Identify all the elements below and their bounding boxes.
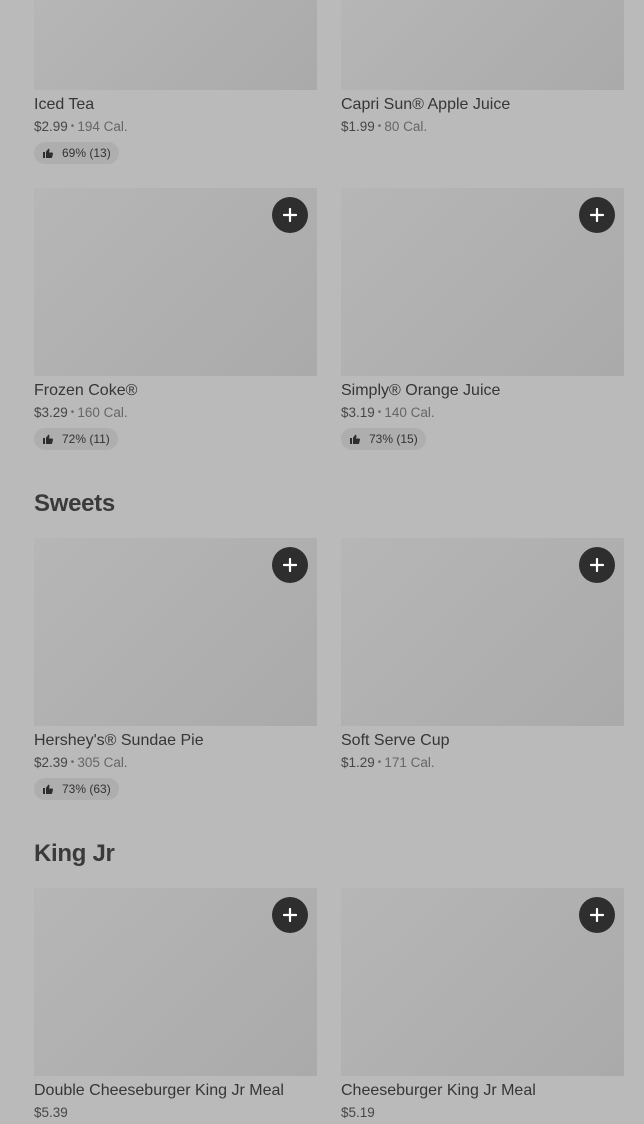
item-image — [34, 0, 317, 90]
add-item-button[interactable] — [579, 197, 615, 233]
item-image — [341, 0, 624, 90]
section-title-king-jr: King Jr — [34, 840, 115, 867]
item-calories: 194 Cal. — [77, 119, 128, 134]
thumbs-up-icon — [43, 148, 53, 158]
rating-badge: 73% (15) — [341, 428, 426, 450]
item-meta: $3.19 • 140 Cal. — [341, 405, 435, 420]
plus-icon — [590, 908, 604, 922]
item-price: $2.99 — [34, 119, 68, 134]
menu-item-card[interactable]: Simply® Orange Juice $3.19 • 140 Cal. 73% … — [341, 188, 624, 450]
rating-text: 73% (15) — [369, 432, 418, 446]
rating-text: 69% (13) — [62, 146, 111, 160]
plus-icon — [283, 208, 297, 222]
item-name: Double Cheeseburger King Jr Meal — [34, 1082, 284, 1099]
add-item-button[interactable] — [579, 547, 615, 583]
item-meta: $1.29 • 171 Cal. — [341, 755, 435, 770]
item-calories: 171 Cal. — [384, 755, 435, 770]
item-image — [34, 188, 317, 376]
plus-icon — [283, 558, 297, 572]
item-meta: $2.39 • 305 Cal. — [34, 755, 128, 770]
add-item-button[interactable] — [272, 547, 308, 583]
rating-badge: 69% (13) — [34, 142, 119, 164]
rating-badge: 73% (63) — [34, 778, 119, 800]
thumbs-up-icon — [43, 784, 53, 794]
menu-item-card[interactable]: Soft Serve Cup $1.29 • 171 Cal. — [341, 538, 624, 772]
section-title-sweets: Sweets — [34, 490, 115, 517]
item-meta: $5.39 — [34, 1104, 317, 1122]
item-price: $3.29 — [34, 405, 68, 420]
thumbs-up-icon — [43, 434, 53, 444]
item-name: Soft Serve Cup — [341, 732, 450, 749]
rating-text: 72% (11) — [62, 432, 110, 446]
add-item-button[interactable] — [272, 197, 308, 233]
menu-item-card[interactable]: Double Cheeseburger King Jr Meal $5.39 — [34, 888, 317, 1122]
add-item-button[interactable] — [579, 897, 615, 933]
item-name: Hershey's® Sundae Pie — [34, 732, 204, 749]
rating-text: 73% (63) — [62, 782, 111, 796]
item-calories: 160 Cal. — [77, 405, 128, 420]
item-name: Iced Tea — [34, 96, 95, 113]
item-price: $1.29 — [341, 755, 375, 770]
item-image — [34, 888, 317, 1076]
item-name: Cheeseburger King Jr Meal — [341, 1082, 536, 1099]
menu-item-card[interactable]: Capri Sun® Apple Juice $1.99 • 80 Cal. — [341, 0, 624, 136]
item-price: $5.39 — [34, 1105, 68, 1120]
menu-item-card[interactable]: Frozen Coke® $3.29 • 160 Cal. 72% (11) — [34, 188, 317, 450]
thumbs-up-icon — [350, 434, 360, 444]
item-image — [341, 188, 624, 376]
item-price: $1.99 — [341, 119, 375, 134]
item-image — [341, 888, 624, 1076]
add-item-button[interactable] — [272, 897, 308, 933]
rating-badge: 72% (11) — [34, 428, 118, 450]
plus-icon — [283, 908, 297, 922]
item-meta: $3.29 • 160 Cal. — [34, 405, 128, 420]
item-meta: $5.19 — [341, 1104, 624, 1122]
plus-icon — [590, 208, 604, 222]
item-meta: $1.99 • 80 Cal. — [341, 119, 428, 134]
plus-icon — [590, 558, 604, 572]
menu-item-card[interactable]: Cheeseburger King Jr Meal $5.19 — [341, 888, 624, 1122]
item-image — [341, 538, 624, 726]
item-price: $5.19 — [341, 1105, 375, 1120]
menu-item-card[interactable]: Hershey's® Sundae Pie $2.39 • 305 Cal. 73%… — [34, 538, 317, 800]
item-price: $3.19 — [341, 405, 375, 420]
item-name: Capri Sun® Apple Juice — [341, 96, 511, 113]
item-calories: 305 Cal. — [77, 755, 128, 770]
item-image — [34, 538, 317, 726]
item-meta: $2.99 • 194 Cal. — [34, 119, 128, 134]
item-calories: 80 Cal. — [384, 119, 428, 134]
item-price: $2.39 — [34, 755, 68, 770]
item-name: Frozen Coke® — [34, 382, 138, 399]
item-calories: 140 Cal. — [384, 405, 435, 420]
item-name: Simply® Orange Juice — [341, 382, 501, 399]
menu-item-card[interactable]: Iced Tea $2.99 • 194 Cal. 69% (13) — [34, 0, 317, 164]
